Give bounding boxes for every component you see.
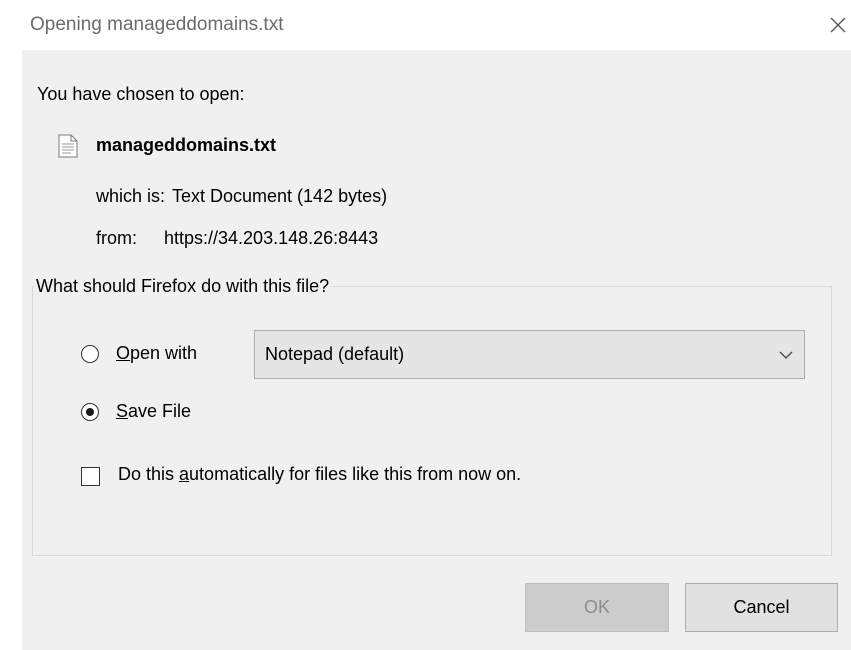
auto-checkbox-label[interactable]: Do this automatically for files like thi… bbox=[118, 464, 521, 485]
save-file-access-key: S bbox=[116, 401, 129, 421]
radio-selected-dot bbox=[85, 407, 94, 416]
intro-text: You have chosen to open: bbox=[37, 84, 245, 104]
auto-checkbox[interactable] bbox=[81, 467, 100, 486]
file-name: manageddomains.txt bbox=[96, 135, 277, 155]
chevron-down-icon bbox=[778, 347, 794, 363]
open-with-access-key: O bbox=[116, 343, 131, 363]
auto-label-before: Do this bbox=[118, 464, 180, 484]
open-with-label[interactable]: Open with bbox=[116, 343, 197, 364]
application-select-value: Notepad (default) bbox=[265, 344, 405, 364]
save-file-label[interactable]: Save File bbox=[116, 401, 191, 422]
ok-button[interactable]: OK bbox=[525, 583, 669, 632]
open-with-radio[interactable] bbox=[81, 345, 99, 363]
close-icon[interactable] bbox=[829, 16, 847, 34]
auto-access-key: a bbox=[179, 464, 190, 484]
file-type: Text Document (142 bytes) bbox=[172, 186, 388, 206]
source-url: https://34.203.148.26:8443 bbox=[164, 228, 379, 248]
text-file-icon bbox=[58, 134, 78, 158]
save-file-radio[interactable] bbox=[81, 403, 99, 421]
save-file-label-rest: ave File bbox=[128, 401, 192, 421]
cancel-button[interactable]: Cancel bbox=[685, 583, 838, 632]
application-select[interactable]: Notepad (default) bbox=[254, 330, 805, 379]
which-is-label: which is: bbox=[96, 186, 166, 206]
auto-label-after: utomatically for files like this from no… bbox=[189, 464, 522, 484]
action-group-legend: What should Firefox do with this file? bbox=[34, 276, 332, 297]
title-bar: Opening manageddomains.txt bbox=[0, 0, 851, 50]
from-label: from: bbox=[96, 228, 138, 248]
window-title: Opening manageddomains.txt bbox=[30, 14, 284, 35]
open-with-label-rest: pen with bbox=[130, 343, 198, 363]
